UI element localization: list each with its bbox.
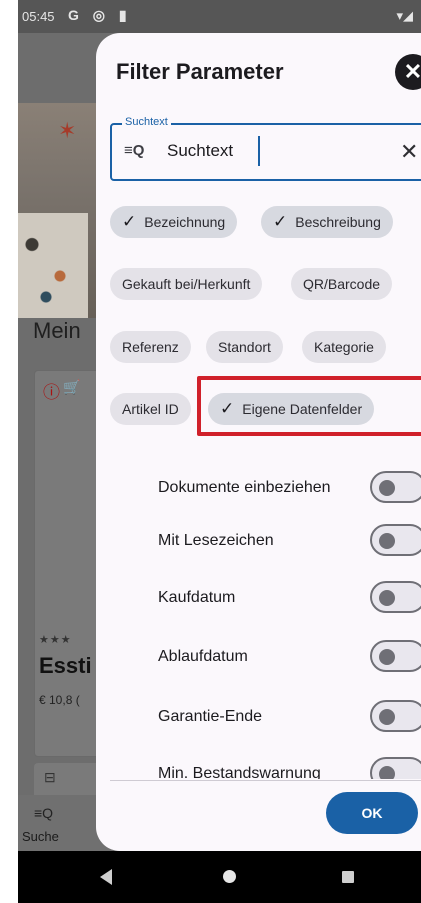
- search-input[interactable]: [167, 136, 260, 166]
- recents-icon[interactable]: [342, 871, 354, 883]
- background-card-price: € 10,8 (: [39, 693, 80, 707]
- toggle-row-bestand: Min. Bestandswarnung: [158, 755, 421, 779]
- garantie-toggle[interactable]: [370, 700, 421, 732]
- toggle-row-garantie: Garantie-Ende: [158, 698, 421, 738]
- chip-label: Kategorie: [314, 339, 374, 355]
- close-icon: ✕: [403, 59, 421, 84]
- background-nav-label: Suche: [22, 829, 59, 844]
- chip-gekauft-bei[interactable]: Gekauft bei/Herkunft: [110, 268, 263, 300]
- status-time: 05:45: [22, 9, 55, 24]
- background-card-title: Essti: [39, 653, 92, 678]
- toggle-label: Min. Bestandswarnung: [158, 765, 321, 779]
- cart-icon: 🛒: [63, 379, 81, 395]
- search-field-label: Suchtext: [122, 116, 171, 128]
- toggle-knob: [379, 480, 395, 496]
- toggle-knob: [379, 533, 395, 549]
- divider: [110, 780, 421, 781]
- toggle-label: Mit Lesezeichen: [158, 532, 274, 549]
- status-notification-icons: G ◎ ▮: [68, 7, 132, 23]
- toggle-label: Ablaufdatum: [158, 648, 248, 665]
- check-icon: ✓: [273, 212, 288, 231]
- toggle-row-ablaufdatum: Ablaufdatum: [158, 638, 421, 678]
- search-field[interactable]: ≡Q ✕: [110, 123, 421, 181]
- chip-referenz[interactable]: Referenz: [110, 331, 191, 363]
- toggle-knob: [379, 649, 395, 665]
- search-nav-icon: ≡Q: [34, 805, 54, 821]
- chip-label: Referenz: [122, 339, 179, 355]
- back-icon[interactable]: [100, 869, 112, 885]
- chip-bezeichnung[interactable]: ✓ Bezeichnung: [110, 206, 238, 238]
- chip-label: QR/Barcode: [303, 276, 381, 292]
- ablaufdatum-toggle[interactable]: [370, 640, 421, 672]
- toggle-row-dokumente: Dokumente einbeziehen: [158, 469, 421, 509]
- search-filter-icon: ≡Q: [124, 142, 145, 159]
- clear-icon[interactable]: ✕: [400, 139, 418, 165]
- link-icon: ⊟: [44, 769, 56, 785]
- chip-kategorie[interactable]: Kategorie: [302, 331, 386, 363]
- plant-image: ✶: [58, 118, 77, 143]
- toggle-label: Garantie-Ende: [158, 708, 263, 725]
- close-button[interactable]: ✕: [395, 54, 421, 90]
- filter-dialog: Filter Parameter ✕ ≡Q ✕ Suchtext ✓ Bezei…: [96, 33, 421, 851]
- chip-label: Gekauft bei/Herkunft: [122, 276, 251, 292]
- lesezeichen-toggle[interactable]: [370, 524, 421, 556]
- chip-artikel-id[interactable]: Artikel ID: [110, 393, 191, 425]
- background-photo: ✶: [18, 103, 108, 318]
- toggle-knob: [379, 766, 395, 779]
- check-icon: ✓: [122, 212, 137, 231]
- toggle-row-kaufdatum: Kaufdatum: [158, 579, 421, 619]
- toggle-knob: [379, 590, 395, 606]
- system-nav-bar: [18, 851, 421, 903]
- chip-label: Artikel ID: [122, 401, 179, 417]
- chip-label: Bezeichnung: [144, 214, 226, 230]
- fabric-image: [18, 213, 88, 318]
- alert-icon: ⓘ: [43, 383, 60, 402]
- chip-beschreibung[interactable]: ✓ Beschreibung: [261, 206, 393, 238]
- rating-stars: ★★★: [39, 634, 72, 646]
- chip-qr-barcode[interactable]: QR/Barcode: [291, 268, 393, 300]
- dokumente-toggle[interactable]: [370, 471, 421, 503]
- highlight-annotation: [197, 376, 421, 436]
- chip-label: Standort: [218, 339, 271, 355]
- toggle-label: Kaufdatum: [158, 589, 236, 606]
- ok-button[interactable]: OK: [326, 792, 418, 834]
- toggle-label: Dokumente einbeziehen: [158, 479, 331, 496]
- chip-standort[interactable]: Standort: [206, 331, 283, 363]
- toggle-row-lesezeichen: Mit Lesezeichen: [158, 522, 421, 562]
- background-heading: Mein: [33, 318, 81, 343]
- home-icon[interactable]: [223, 870, 236, 883]
- dialog-title: Filter Parameter: [116, 59, 284, 84]
- signal-battery-icon: ▾◢: [396, 8, 413, 23]
- kaufdatum-toggle[interactable]: [370, 581, 421, 613]
- chip-label: Beschreibung: [295, 214, 381, 230]
- toggle-knob: [379, 709, 395, 725]
- status-bar: 05:45 G ◎ ▮ ▾◢: [18, 0, 421, 33]
- bestand-toggle[interactable]: [370, 757, 421, 779]
